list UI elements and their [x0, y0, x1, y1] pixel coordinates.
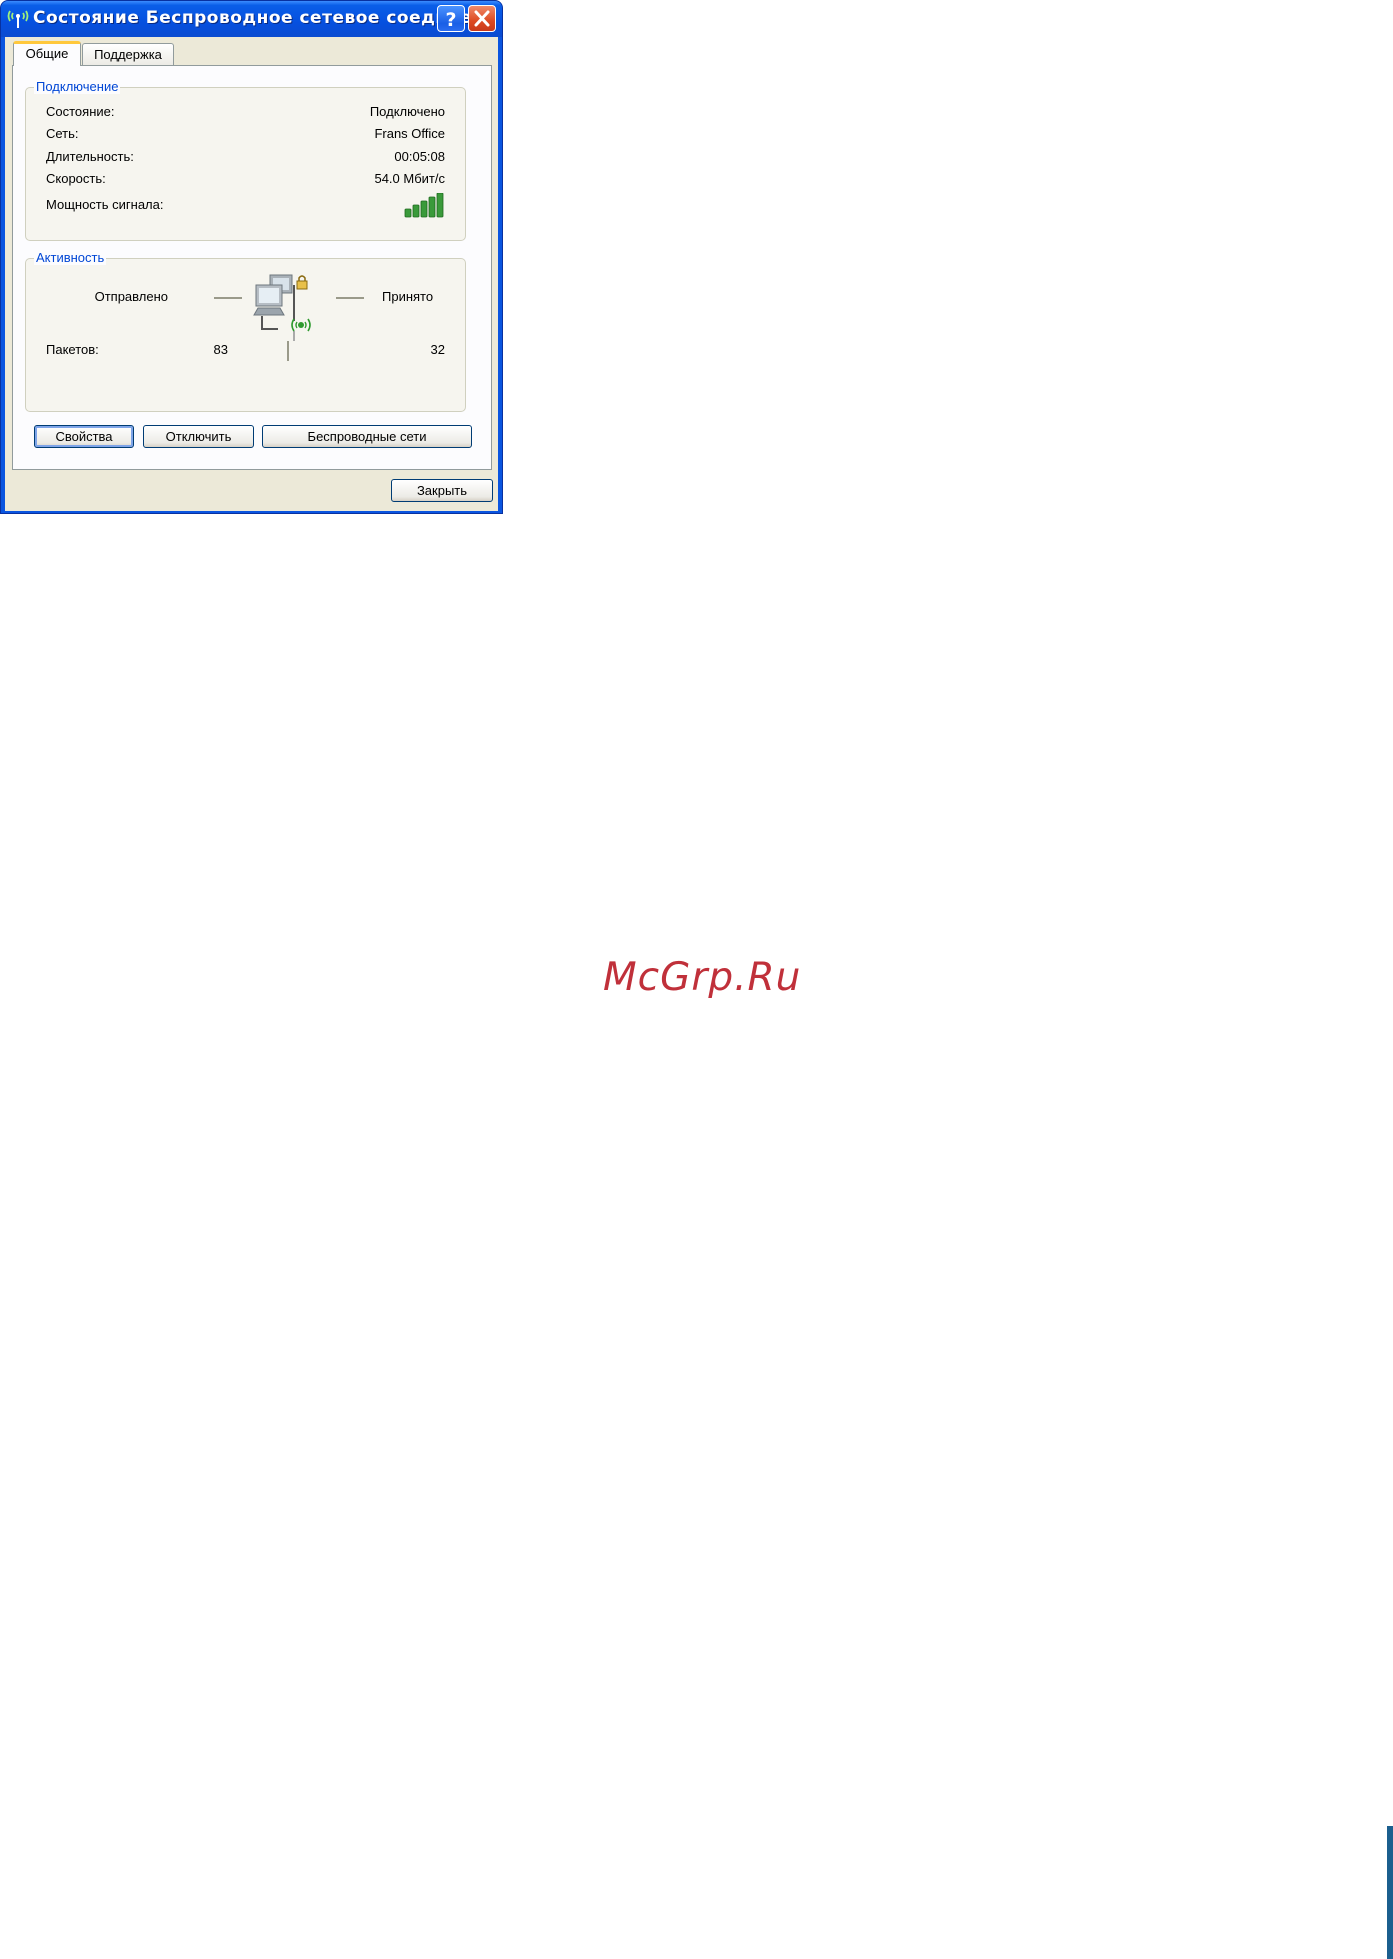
signal-bar: [404, 208, 412, 218]
packets-received-value: 32: [430, 342, 445, 357]
duration-value: 00:05:08: [394, 149, 445, 164]
tab-support[interactable]: Поддержка: [82, 43, 174, 65]
connection-legend: Подключение: [34, 79, 121, 94]
signal-strength-icon: [404, 193, 444, 218]
properties-button[interactable]: Свойства: [34, 425, 134, 448]
speed-label: Скорость:: [46, 171, 106, 186]
sent-label: Отправлено: [94, 289, 168, 304]
disconnect-button[interactable]: Отключить: [143, 425, 254, 448]
connection-group: Подключение Состояние: Подключено Сеть: …: [25, 79, 466, 241]
packets-divider: [287, 341, 289, 361]
close-window-button[interactable]: [468, 5, 496, 32]
network-computers-icon: [253, 274, 311, 341]
signal-bar: [436, 193, 444, 218]
status-label: Состояние:: [46, 104, 115, 119]
status-row: Состояние: Подключено: [46, 104, 445, 122]
watermark: McGrp.Ru: [603, 955, 802, 1000]
wireless-networks-button[interactable]: Беспроводные сети: [262, 425, 472, 448]
packets-label: Пакетов:: [46, 342, 99, 357]
network-value: Frans Office: [374, 126, 445, 141]
close-button[interactable]: Закрыть: [391, 479, 493, 502]
status-dialog: Состояние Беспроводное сетевое соедине..…: [0, 0, 503, 514]
signal-bar: [428, 196, 436, 218]
network-row: Сеть: Frans Office: [46, 126, 445, 144]
signal-bar: [412, 204, 420, 218]
speed-row: Скорость: 54.0 Мбит/с: [46, 171, 445, 189]
duration-row: Длительность: 00:05:08: [46, 149, 445, 167]
activity-legend: Активность: [34, 250, 107, 265]
help-button[interactable]: ?: [437, 5, 465, 32]
close-icon: [474, 10, 490, 27]
duration-label: Длительность:: [46, 149, 134, 164]
activity-group: Активность Отправлено Принято Пакетов: 8…: [25, 250, 466, 412]
dialog-client-area: Общие Поддержка Подключение Состояние: П…: [5, 37, 498, 511]
page-edge-bar: [1387, 1826, 1393, 1959]
signal-row: Мощность сигнала:: [46, 193, 445, 218]
speed-value: 54.0 Мбит/с: [374, 171, 445, 186]
status-value: Подключено: [369, 104, 445, 119]
wireless-connection-icon: [7, 10, 29, 28]
signal-label: Мощность сигнала:: [46, 197, 164, 212]
received-line: [336, 297, 364, 299]
received-label: Принято: [382, 289, 434, 304]
packets-sent-value: 83: [213, 342, 228, 357]
titlebar[interactable]: Состояние Беспроводное сетевое соедине..…: [1, 1, 502, 37]
signal-bar: [420, 200, 428, 218]
tab-general[interactable]: Общие: [13, 41, 81, 66]
sent-line: [214, 297, 242, 299]
window-title: Состояние Беспроводное сетевое соедине..…: [33, 8, 493, 28]
help-icon: ?: [445, 9, 456, 31]
network-label: Сеть:: [46, 126, 79, 141]
svg-text:?: ?: [445, 9, 456, 31]
